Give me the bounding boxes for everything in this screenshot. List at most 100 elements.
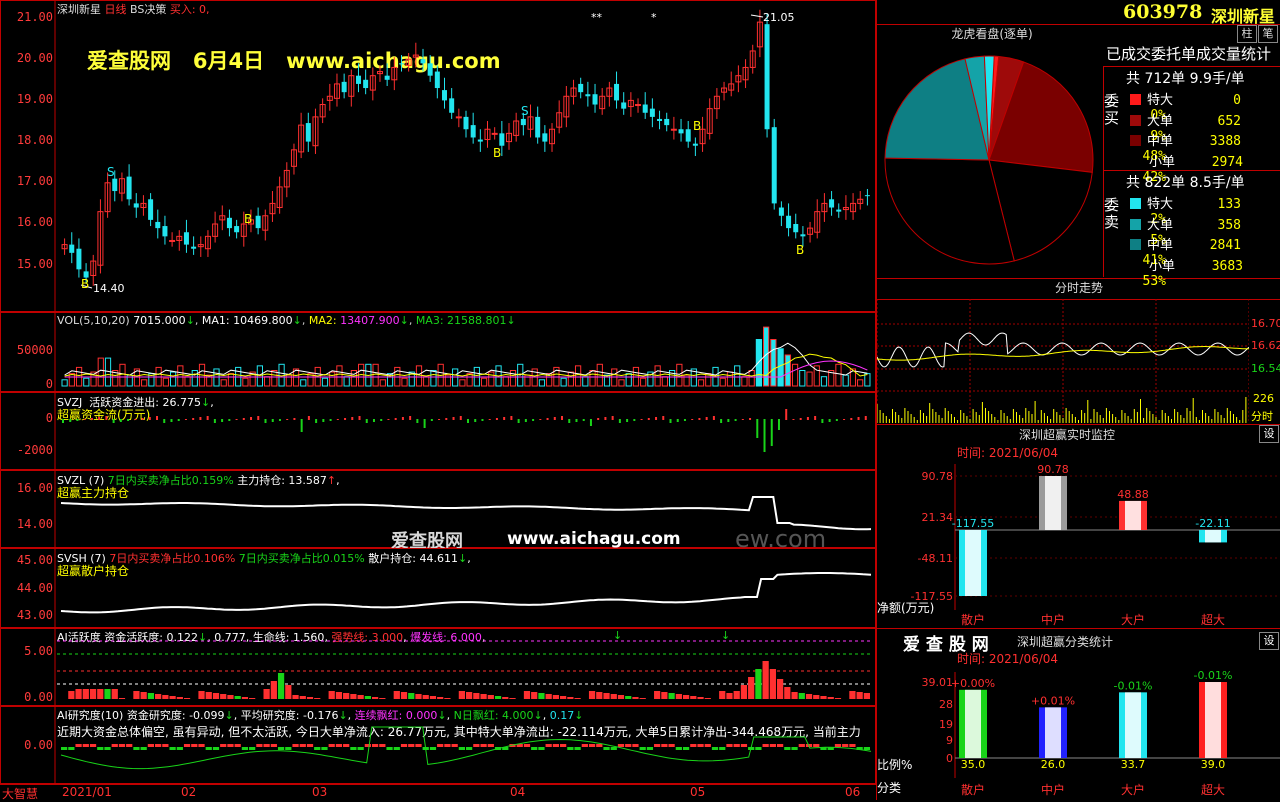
main-chart-panel[interactable]: 深圳新星 日线 BS决策 买入: 0, 爱查股网 6月4日 www.aichag…	[0, 0, 876, 312]
svzj-bar	[430, 419, 433, 421]
legend-swatch	[1130, 94, 1141, 105]
candle-body	[112, 178, 118, 192]
active-bar	[82, 689, 89, 699]
svzj-tick-0: 0	[45, 411, 53, 425]
research-bar	[97, 747, 104, 750]
candle-body	[542, 133, 548, 142]
svzj-bar	[300, 419, 303, 432]
vol-tick-0: 0	[45, 377, 53, 391]
category-bar-delta: -0.01%	[1194, 669, 1233, 682]
category-panel[interactable]: 爱 查 股 网 深圳超赢分类统计 设 时间: 2021/06/04 39.01 2…	[876, 628, 1280, 800]
active-bar	[574, 698, 581, 699]
ai-active-panel[interactable]: AI活跃度 资金活跃度: 0.122↓, 0.777, 生命线: 1.560, …	[0, 628, 876, 706]
research-bar	[682, 747, 690, 750]
category-bar-highlight	[1205, 682, 1221, 758]
volume-bar	[242, 377, 249, 387]
research-bar	[661, 744, 668, 747]
category-title: 深圳超赢分类统计	[1017, 635, 1114, 649]
category-bar-chart[interactable]: 39.01 28 19 9 0 +0.00% 35.0 散户 +0.01% 26.0 中户 -0.01…	[877, 668, 1280, 800]
row-count: 3388	[1209, 134, 1241, 149]
monitor-bar-chart[interactable]: 90.7821.34-48.11-117.55-117.55散户90.78中户4…	[877, 460, 1280, 628]
ai-active-chart[interactable]: ↓ ↓	[1, 629, 875, 705]
volume-bar	[697, 379, 705, 387]
bottom-left-label[interactable]: 大智慧	[2, 785, 38, 802]
active-bar	[393, 691, 400, 699]
active-bar	[75, 689, 82, 699]
monitor-panel[interactable]: 深圳超赢实时监控 设 时间: 2021/06/04 90.78 21.34 -48.…	[876, 424, 1280, 629]
candle-body	[126, 176, 132, 200]
svsh-chart[interactable]	[1, 549, 875, 627]
svzj-bar	[597, 418, 600, 420]
active-bar	[299, 696, 306, 699]
active-bar	[755, 669, 762, 699]
ai-research-panel[interactable]: AI研究度(10) 资金研究度: -0.099↓, 平均研究度: -0.176↓…	[0, 706, 876, 784]
research-bar	[466, 747, 473, 750]
active-bar	[473, 693, 480, 699]
svzl-panel[interactable]: SVZL (7) 7日内买卖净占比0.159% 主力持仓: 13.587↑, 超…	[0, 470, 876, 553]
volume-chart[interactable]	[1, 313, 875, 391]
active-bar	[183, 698, 191, 699]
svzj-bar	[503, 417, 506, 420]
volume-bar	[83, 377, 90, 387]
volume-bar	[589, 370, 596, 387]
svzj-bar	[481, 419, 484, 421]
category-settings-button[interactable]: 设	[1259, 632, 1279, 650]
star-mark-1: *	[651, 11, 657, 24]
intraday-panel[interactable]: 分时走势 16.70 16.62 16.54 226 分时	[876, 278, 1280, 425]
svzj-bar	[105, 416, 108, 420]
research-bar	[588, 744, 596, 747]
signal-b-4: B	[796, 243, 804, 257]
signal-b-1: B	[244, 212, 252, 226]
pin-button[interactable]: 柱	[1237, 25, 1257, 43]
candle-body	[778, 207, 784, 216]
row-name: 大单	[1147, 217, 1174, 233]
svsh-panel[interactable]: SVSH (7) 7日内买卖净占比0.106% 7日内买卖净占比0.015% 散…	[0, 548, 876, 628]
candle-body	[305, 123, 311, 142]
active-bar	[400, 692, 408, 699]
svzj-bar	[387, 419, 390, 420]
svzj-bar	[438, 419, 441, 420]
vol-panel[interactable]: VOL(5,10,20) 7015.000↓, MA1: 10469.800↓,…	[0, 312, 876, 392]
signal-s-0: S	[107, 165, 115, 179]
candle-body	[836, 209, 842, 212]
svzj-bar	[705, 417, 708, 420]
candle-chart[interactable]: 21.0514.40SSBBBBB** *	[1, 1, 875, 311]
category-bar-highlight	[1125, 692, 1141, 758]
svzj-panel[interactable]: SVZJ 活跃资金进出: 26.775↓, 超赢资金流(万元) 0 -2000	[0, 392, 876, 470]
svzj-bar	[192, 418, 195, 420]
row-count: 358	[1217, 217, 1241, 233]
ai-research-chart[interactable]	[1, 707, 875, 783]
svzj-bar	[141, 418, 144, 420]
research-bar	[762, 744, 769, 747]
svzj-chart[interactable]	[1, 393, 875, 469]
high-pointer	[750, 14, 764, 18]
research-bar	[205, 747, 212, 750]
active-bar	[682, 695, 690, 699]
svzl-tick-16: 16.00	[16, 481, 53, 495]
candle-body	[764, 24, 770, 130]
research-bar	[444, 744, 451, 747]
buy-row: 特大 00%	[1126, 89, 1276, 123]
monitor-settings-button[interactable]: 设	[1259, 425, 1279, 443]
pen-button[interactable]: 笔	[1258, 25, 1278, 43]
candle-body	[592, 94, 598, 105]
volume-bar	[141, 379, 148, 387]
volume-bar	[488, 371, 495, 387]
pie-chart[interactable]	[883, 54, 1095, 266]
candle-body	[441, 90, 447, 101]
research-bar	[111, 744, 118, 747]
intraday-chart[interactable]	[877, 299, 1249, 423]
candle-body	[793, 224, 799, 233]
svzj-bar	[582, 419, 585, 421]
monitor-y-tick: -48.11	[918, 552, 953, 565]
candle-body	[499, 133, 505, 146]
active-bar	[596, 692, 603, 699]
dragon-panel[interactable]: 龙虎看盘(逐单) 柱 笔 已成交委托单成交量统计 委买 共 712单 9.9手/…	[876, 24, 1280, 289]
svzj-bar	[857, 417, 860, 420]
research-bar	[704, 744, 711, 747]
active-bar	[97, 689, 104, 699]
candle-body	[520, 118, 526, 126]
volume-bar	[777, 348, 784, 387]
active-bar	[719, 691, 726, 699]
active-bar	[147, 693, 155, 699]
